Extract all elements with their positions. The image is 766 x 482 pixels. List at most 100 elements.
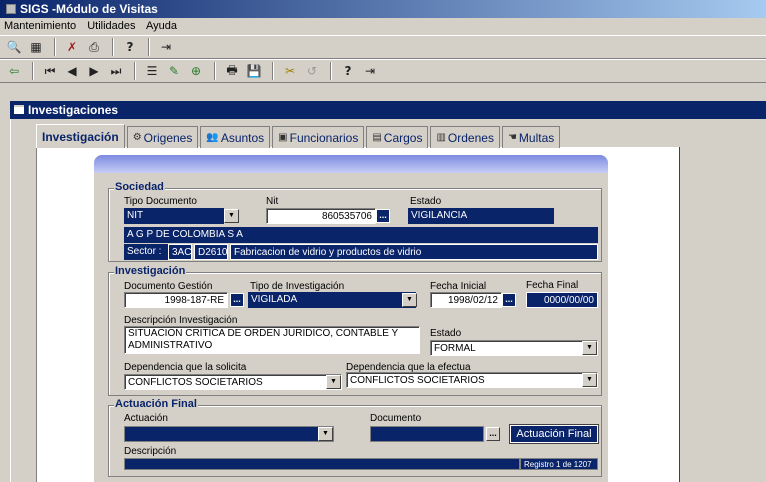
menu-utilidades[interactable]: Utilidades [87, 20, 135, 32]
back-icon[interactable]: ⇦ [4, 62, 24, 81]
tab-strip: Investigación ⚙ Origenes 👥 Asuntos ▣ Funcio… [36, 124, 562, 148]
documento-label: Documento [370, 413, 422, 424]
tab-origenes[interactable]: ⚙ Origenes [126, 126, 199, 148]
tab-label: Origenes [143, 130, 193, 145]
estado-label: Estado [410, 196, 442, 207]
actuacion-label: Actuación [124, 413, 168, 424]
descripcion-actuacion-label: Descripción [124, 446, 177, 457]
tab-label: Asuntos [220, 130, 265, 145]
menu-bar: Mantenimiento Utilidades Ayuda [0, 18, 766, 35]
chevron-down-icon[interactable]: ▼ [318, 427, 333, 441]
tab-multas[interactable]: ☚ Multas [501, 126, 561, 148]
hand-icon: ☚ [507, 131, 517, 143]
tipo-investigacion-label: Tipo de Investigación [250, 281, 345, 292]
estado-investigacion-select[interactable]: FORMAL [430, 340, 598, 356]
sector-sub-field[interactable]: D2610 [194, 244, 228, 260]
documento-lookup-button[interactable]: ... [486, 427, 500, 441]
list-icon[interactable]: ☰ [142, 62, 162, 81]
dep-efectua-select[interactable]: CONFLICTOS SOCIETARIOS [346, 372, 598, 388]
doc-gestion-lookup-button[interactable]: ... [230, 293, 244, 307]
grid-icon[interactable]: ▦ [26, 38, 46, 57]
exit-icon[interactable]: ⇥ [156, 38, 176, 57]
help-icon[interactable]: ? [338, 62, 358, 81]
nit-input[interactable]: 860535706 [266, 208, 376, 224]
edit-icon[interactable]: ✎ [164, 62, 184, 81]
main-toolbar: 🔍 ▦ ✗ ⎙ ? ⇥ [0, 35, 766, 59]
toolbar-separator [134, 62, 136, 80]
exit-icon[interactable]: ⇥ [360, 62, 380, 81]
toolbar-separator [54, 38, 56, 56]
tab-label: Ordenes [447, 130, 494, 145]
tab-label: Multas [518, 130, 555, 145]
nit-label: Nit [266, 196, 279, 207]
tipo-investigacion-select[interactable]: VIGILADA [248, 292, 416, 308]
print-setup-icon[interactable]: ⎙ [84, 38, 104, 57]
actuacion-final-legend: Actuación Final [114, 398, 198, 410]
tab-ordenes[interactable]: ▥ Ordenes [430, 126, 500, 148]
tipo-documento-select[interactable]: NIT [124, 208, 224, 224]
doc-gestion-input[interactable]: 1998-187-RE [124, 292, 228, 308]
record-counter: Registro 1 de 1207 [520, 458, 598, 470]
table-icon: ▤ [372, 131, 382, 143]
window-title: SIGS -Módulo de Visitas [20, 2, 158, 16]
descripcion-investigacion-textarea[interactable]: SITUACION CRITICA DE ORDEN JURIDICO, CON… [124, 326, 420, 354]
estado-sociedad-field[interactable]: VIGILANCIA [408, 208, 554, 224]
child-window-title-bar: Investigaciones [10, 101, 766, 119]
descripcion-investigacion-label: Descripción Investigación [124, 315, 238, 326]
toolbar-separator [272, 62, 274, 80]
descripcion-actuacion-field[interactable] [124, 458, 520, 470]
menu-mantenimiento[interactable]: Mantenimiento [4, 20, 76, 32]
app-icon [6, 4, 16, 14]
tools-icon[interactable]: ✗ [62, 38, 82, 57]
toolbar-separator [330, 62, 332, 80]
menu-ayuda[interactable]: Ayuda [146, 20, 177, 32]
prev-record-icon[interactable]: ◀ [62, 62, 82, 81]
card-icon: ▣ [278, 131, 288, 143]
chevron-down-icon[interactable]: ▼ [326, 375, 341, 389]
dep-solicita-label: Dependencia que la solicita [124, 362, 247, 373]
razon-social-field[interactable]: A G P DE COLOMBIA S A [124, 227, 598, 243]
window-title-bar: SIGS -Módulo de Visitas [0, 0, 766, 18]
tab-investigacion[interactable]: Investigación [36, 124, 125, 148]
first-record-icon[interactable]: ⏮ [40, 62, 60, 81]
child-window-title: Investigaciones [28, 103, 119, 117]
tab-label: Cargos [383, 130, 423, 145]
documento-input[interactable] [370, 426, 484, 442]
doc-gestion-label: Documento Gestión [124, 281, 213, 292]
save-icon[interactable]: 💾 [244, 62, 264, 81]
document-icon: ▥ [436, 131, 446, 143]
sector-description-field[interactable]: Fabricacion de vidrio y productos de vid… [230, 244, 598, 260]
fecha-final-label: Fecha Final [526, 280, 579, 291]
chevron-down-icon[interactable]: ▼ [224, 209, 239, 223]
chevron-down-icon[interactable]: ▼ [402, 293, 417, 307]
last-record-icon[interactable]: ⏭ [106, 62, 126, 81]
toolbar-separator [214, 62, 216, 80]
search-icon[interactable]: 🔍 [4, 38, 24, 57]
dep-solicita-select[interactable]: CONFLICTOS SOCIETARIOS [124, 374, 342, 390]
actuacion-select[interactable] [124, 426, 334, 442]
new-record-icon[interactable]: ⊕ [186, 62, 206, 81]
sector-code-field[interactable]: 3AC [168, 244, 192, 260]
origins-icon: ⚙ [132, 131, 142, 143]
undo-icon[interactable]: ↺ [302, 62, 322, 81]
chevron-down-icon[interactable]: ▼ [582, 373, 597, 387]
chevron-down-icon[interactable]: ▼ [582, 341, 597, 355]
nit-lookup-button[interactable]: ... [376, 209, 390, 223]
toolbar-separator [112, 38, 114, 56]
cut-icon[interactable]: ✂ [280, 62, 300, 81]
fecha-inicial-picker-button[interactable]: ... [502, 293, 516, 307]
fecha-final-input[interactable]: 0000/00/00 [526, 292, 598, 308]
fecha-inicial-input[interactable]: 1998/02/12 [430, 292, 502, 308]
fecha-inicial-label: Fecha Inicial [430, 281, 487, 292]
help-icon[interactable]: ? [120, 38, 140, 57]
tab-funcionarios[interactable]: ▣ Funcionarios [272, 126, 365, 148]
tab-asuntos[interactable]: 👥 Asuntos [200, 126, 271, 148]
tab-cargos[interactable]: ▤ Cargos [366, 126, 429, 148]
sociedad-legend: Sociedad [114, 181, 165, 193]
people-icon: 👥 [206, 131, 219, 143]
next-record-icon[interactable]: ▶ [84, 62, 104, 81]
print-icon[interactable]: 🖶 [222, 62, 242, 81]
tab-label: Investigación [42, 129, 119, 144]
tipo-documento-label: Tipo Documento [124, 196, 197, 207]
actuacion-final-button[interactable]: Actuación Final [509, 424, 599, 444]
